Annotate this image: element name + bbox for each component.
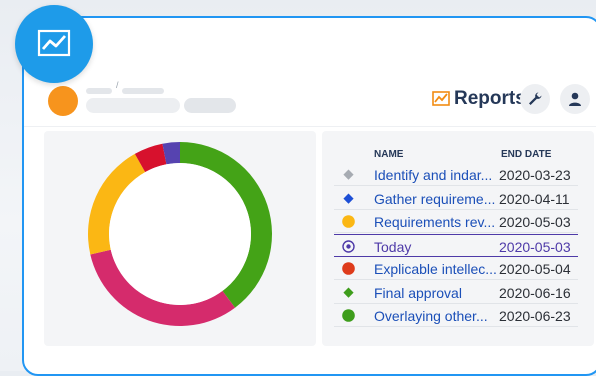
row-end-date: 2020-05-03 — [499, 214, 571, 230]
chart-panel — [44, 131, 316, 346]
diamond-marker-icon — [342, 192, 355, 205]
chart-line-icon — [432, 91, 450, 106]
wrench-icon — [529, 92, 542, 105]
row-end-date: 2020-04-11 — [499, 190, 570, 207]
reports-badge — [15, 5, 93, 83]
avatar[interactable] — [48, 86, 78, 116]
circle-marker-icon — [342, 262, 355, 275]
user-button[interactable] — [560, 84, 590, 114]
diamond-marker-icon — [342, 286, 355, 299]
today-marker-icon — [342, 239, 355, 253]
row-name-link[interactable]: Requirements rev... — [374, 214, 495, 230]
table-row[interactable]: Explicable intellec... 2020-05-04 — [334, 257, 578, 280]
column-header-name: NAME — [374, 149, 404, 160]
breadcrumb-separator: / — [116, 80, 119, 90]
donut-chart — [88, 142, 272, 326]
row-name-link[interactable]: Explicable intellec... — [374, 261, 497, 277]
table-row[interactable]: Requirements rev... 2020-05-03 — [334, 210, 578, 233]
settings-button[interactable] — [520, 84, 550, 114]
reports-title: Reports — [432, 88, 526, 110]
row-name-link: Today — [374, 238, 412, 255]
row-end-date: 2020-06-23 — [499, 308, 571, 324]
circle-marker-icon — [342, 215, 355, 228]
trend-chart-icon — [37, 29, 71, 57]
title-placeholder — [86, 98, 180, 113]
table-row[interactable]: Identify and indar... 2020-03-23 — [334, 163, 578, 186]
table-panel: NAME END DATE Identify and indar... 2020-… — [322, 131, 594, 346]
row-name-link[interactable]: Identify and indar... — [374, 167, 492, 183]
row-name-link[interactable]: Gather requireme... — [374, 191, 495, 207]
row-end-date: 2020-06-16 — [499, 284, 571, 301]
row-end-date: 2020-03-23 — [499, 167, 571, 183]
circle-marker-icon — [342, 309, 355, 322]
table-row[interactable]: Gather requireme... 2020-04-11 — [334, 187, 578, 210]
row-end-date: 2020-05-03 — [499, 238, 571, 255]
reports-card: / Reports NAME END DATE Identify and ind… — [22, 16, 596, 376]
breadcrumb-placeholder — [86, 88, 112, 94]
page-title: Reports — [454, 88, 526, 109]
diamond-marker-icon — [342, 168, 355, 181]
breadcrumb-placeholder-2 — [122, 88, 164, 94]
card-header: / Reports — [24, 18, 596, 130]
table-row[interactable]: Today 2020-05-03 — [334, 233, 578, 257]
user-icon — [569, 92, 581, 106]
table-row[interactable]: Overlaying other... 2020-06-23 — [334, 304, 578, 327]
column-header-end-date: END DATE — [501, 149, 552, 160]
subtitle-placeholder — [184, 98, 236, 113]
row-name-link[interactable]: Overlaying other... — [374, 308, 488, 324]
donut-hole — [109, 163, 251, 305]
row-name-link[interactable]: Final approval — [374, 285, 462, 301]
table-row[interactable]: Final approval 2020-06-16 — [334, 281, 578, 304]
row-end-date: 2020-05-04 — [499, 261, 571, 277]
header-divider — [24, 126, 596, 127]
